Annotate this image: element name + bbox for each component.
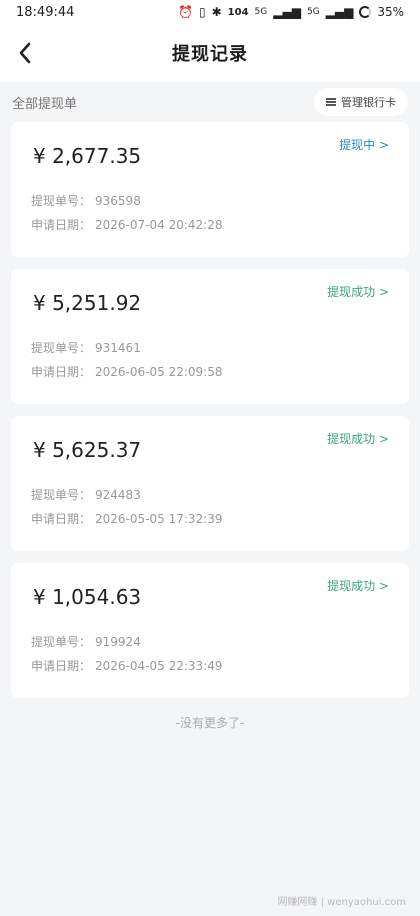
order-number-label: 提现单号： [31,635,92,649]
apply-date-row: 申请日期： 2026-07-04 20:42:28 [31,216,222,233]
withdrawal-amount: ¥ 5,251.92 [33,291,142,315]
bluetooth-icon: ✱ [211,5,222,19]
apply-date-row: 申请日期： 2026-06-05 22:09:58 [31,363,222,380]
order-number-label: 提现单号： [31,194,92,208]
signal-bars-icon-2: ▂▄▆ [325,5,354,19]
apply-date-value: 2026-04-05 22:33:49 [95,659,223,673]
withdrawal-card[interactable]: ¥ 5,251.92 提现成功 > 提现单号： 931461 申请日期： 2026-… [11,269,409,404]
apply-date-row: 申请日期： 2026-04-05 22:33:49 [31,657,222,674]
status-bar: 18:49:44 ⏰ ▯ ✱ 104 5G ▂▄▆ 5G ▂▄▆ 35% [0,0,420,24]
apply-date-label: 申请日期： [31,365,92,379]
section-header: 全部提现单 管理银行卡 [0,84,420,120]
apply-date-row: 申请日期： 2026-05-05 17:32:39 [31,510,222,527]
order-number-label: 提现单号： [31,341,92,355]
back-button[interactable] [10,38,40,68]
order-number-value: 936598 [95,194,141,208]
menu-icon [326,98,336,106]
withdrawal-status[interactable]: 提现成功 > [327,430,389,447]
back-arrow-icon [19,42,31,64]
page-title: 提现记录 [172,44,248,65]
manage-bank-card-button[interactable]: 管理银行卡 [314,88,408,116]
withdrawal-amount: ¥ 5,625.37 [33,438,142,462]
apply-date-label: 申请日期： [31,512,92,526]
watermark: 网赚网赚 | wenyaohui.com [277,897,406,908]
withdrawal-card[interactable]: ¥ 1,054.63 提现成功 > 提现单号： 919924 申请日期： 2026-… [11,563,409,698]
signal-5g-2: 5G [306,7,320,17]
alarm-icon: ⏰ [178,5,193,19]
withdrawal-list: ¥ 2,677.35 提现中 > 提现单号： 936598 申请日期： 2026-0… [0,122,420,698]
withdrawal-card[interactable]: ¥ 2,677.35 提现中 > 提现单号： 936598 申请日期： 2026-0… [11,122,409,257]
manage-bank-card-label: 管理银行卡 [341,96,396,109]
withdrawal-amount: ¥ 1,054.63 [33,585,142,609]
withdrawal-card[interactable]: ¥ 5,625.37 提现成功 > 提现单号： 924483 申请日期： 2026-… [11,416,409,551]
withdrawal-amount: ¥ 2,677.35 [33,144,142,168]
signal-5g-1: 5G [254,7,268,17]
order-number-row: 提现单号： 919924 [31,633,141,650]
battery-level: 35% [377,5,404,19]
status-icons: ⏰ ▯ ✱ 104 5G ▂▄▆ 5G ▂▄▆ 35% [178,5,404,19]
battery-icon [359,6,372,18]
apply-date-label: 申请日期： [31,218,92,232]
withdrawal-status[interactable]: 提现成功 > [327,577,389,594]
order-number-label: 提现单号： [31,488,92,502]
no-more-text: -没有更多了- [175,716,245,730]
withdrawal-status[interactable]: 提现中 > [339,136,389,153]
signal-bars-icon: ▂▄▆ [273,5,301,19]
order-number-row: 提现单号： 931461 [31,339,141,356]
section-title: 全部提现单 [12,96,78,112]
vibrate-icon: ▯ [199,5,206,19]
status-time: 18:49:44 [16,4,75,20]
apply-date-value: 2026-05-05 17:32:39 [95,512,223,526]
apply-date-value: 2026-07-04 20:42:28 [95,218,223,232]
order-number-row: 提现单号： 936598 [31,192,141,209]
nav-bar: 提现记录 [0,24,420,82]
order-number-value: 931461 [95,341,141,355]
apply-date-value: 2026-06-05 22:09:58 [95,365,223,379]
order-number-value: 924483 [95,488,141,502]
order-number-row: 提现单号： 924483 [31,486,141,503]
withdrawal-status[interactable]: 提现成功 > [327,283,389,300]
net-speed: 104 [227,6,249,18]
order-number-value: 919924 [95,635,141,649]
apply-date-label: 申请日期： [31,659,92,673]
